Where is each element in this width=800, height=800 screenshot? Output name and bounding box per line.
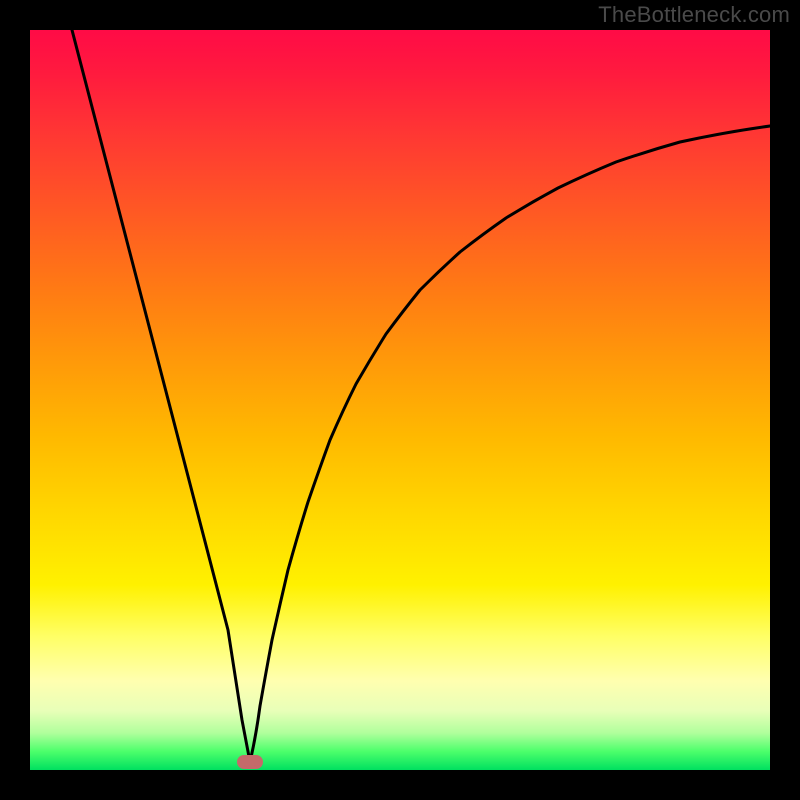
- bottleneck-curve: [30, 30, 770, 770]
- curve-left-branch: [72, 30, 250, 762]
- plot-area: [30, 30, 770, 770]
- chart-frame: TheBottleneck.com: [0, 0, 800, 800]
- watermark-text: TheBottleneck.com: [598, 2, 790, 28]
- minimum-marker: [237, 755, 263, 769]
- curve-right-branch: [250, 126, 770, 762]
